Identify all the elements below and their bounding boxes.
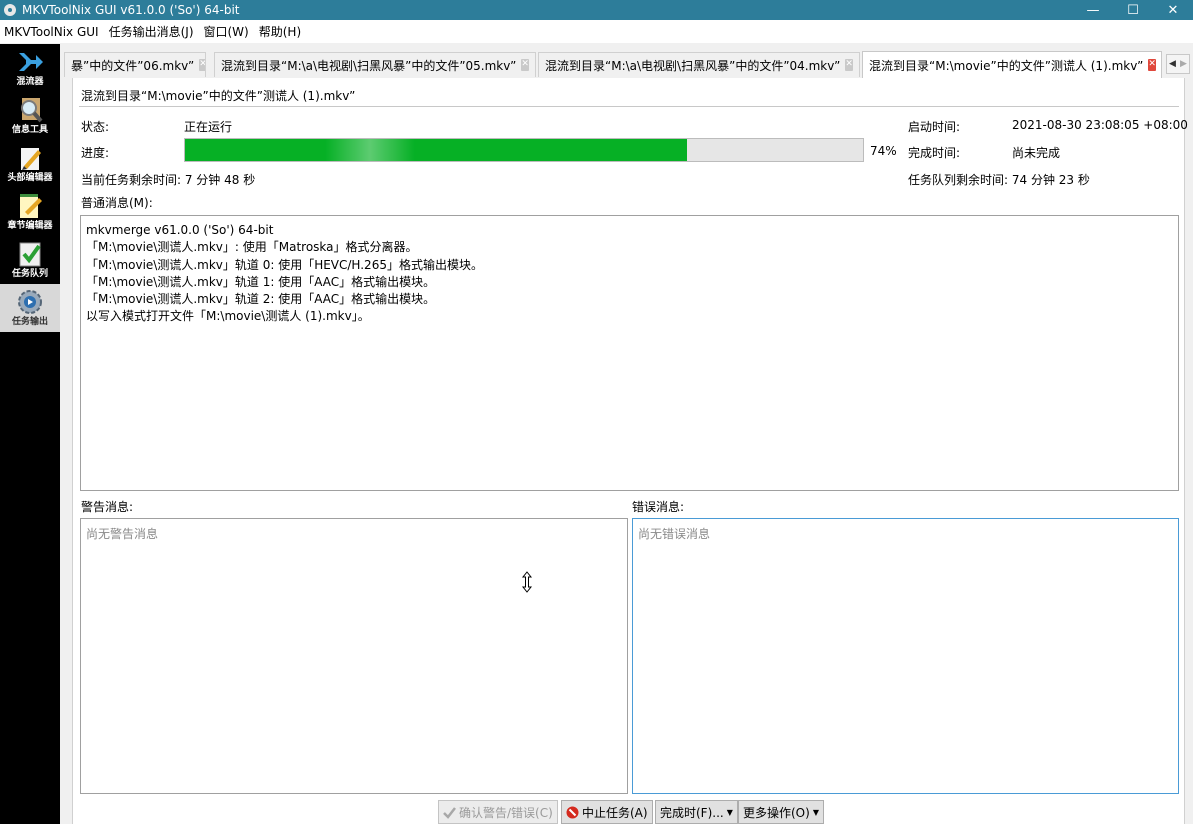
abort-job-button[interactable]: 中止任务(A) <box>561 800 653 824</box>
finish-time-label: 完成时间: <box>908 146 961 160</box>
sidebar-item-mixer[interactable]: 混流器 <box>0 44 60 92</box>
warnings-label: 警告消息: <box>81 500 134 514</box>
stop-icon <box>566 806 579 819</box>
magnifier-icon <box>15 96 45 124</box>
tab-job-current[interactable]: 混流到目录“M:\movie”中的文件”测谎人 (1).mkv” ✕ <box>862 51 1162 78</box>
acknowledge-label: 确认警告/错误(C) <box>459 805 553 820</box>
tab-job-06[interactable]: 暴”中的文件”06.mkv” ✕ <box>64 52 206 77</box>
errors-placeholder: 尚无错误消息 <box>638 527 711 541</box>
divider <box>79 106 1179 107</box>
chevron-down-icon: ▼ <box>812 807 819 817</box>
queue-remaining-time: 任务队列剩余时间: 74 分钟 23 秒 <box>908 173 1090 187</box>
close-icon[interactable]: ✕ <box>521 59 529 71</box>
title-bar: MKVToolNix GUI v61.0.0 ('So') 64-bit — ☐… <box>0 0 1193 20</box>
messages-label: 普通消息(M): <box>81 196 153 210</box>
close-icon[interactable]: ✕ <box>845 59 853 71</box>
close-icon[interactable]: ✕ <box>199 59 205 71</box>
sidebar-item-header-editor[interactable]: 头部编辑器 <box>0 140 60 188</box>
menu-help[interactable]: 帮助(H) <box>254 23 306 40</box>
more-actions-button[interactable]: 更多操作(O) ▼ <box>738 800 824 824</box>
message-line: 「M:\movie\测谎人.mkv」: 使用「Matroska」格式分离器。 <box>86 240 418 255</box>
progress-bar <box>184 138 864 162</box>
sidebar-item-label: 任务队列 <box>11 269 48 279</box>
sidebar-item-job-output[interactable]: 任务输出 <box>0 284 60 332</box>
checkmark-icon <box>443 806 456 819</box>
tab-scroll-right-icon[interactable]: ▶ <box>1178 55 1189 73</box>
resize-cursor-icon <box>521 571 533 593</box>
message-line: 以写入模式打开文件「M:\movie\测谎人 (1).mkv」。 <box>86 309 370 324</box>
sidebar-item-chapter-editor[interactable]: 章节编辑器 <box>0 188 60 236</box>
progress-label: 进度: <box>81 146 110 160</box>
abort-label: 中止任务(A) <box>582 805 648 820</box>
close-icon[interactable]: ✕ <box>1148 59 1156 71</box>
progress-percent: 74% <box>870 144 897 158</box>
tab-label: 混流到目录“M:\a\电视剧\扫黑风暴”中的文件”05.mkv” <box>221 58 517 73</box>
errors-box[interactable]: 尚无错误消息 <box>632 518 1179 794</box>
progress-fill <box>185 139 687 161</box>
message-line: 「M:\movie\测谎人.mkv」轨道 1: 使用「AAC」格式输出模块。 <box>86 274 436 289</box>
menu-bar: MKVToolNix GUI 任务输出消息(J) 窗口(W) 帮助(H) <box>0 20 1193 44</box>
sidebar-item-label: 信息工具 <box>11 125 48 135</box>
maximize-button[interactable]: ☐ <box>1113 0 1153 20</box>
more-actions-label: 更多操作(O) <box>743 805 810 820</box>
finish-time-value: 尚未完成 <box>1012 146 1061 160</box>
tab-job-04[interactable]: 混流到目录“M:\a\电视剧\扫黑风暴”中的文件”04.mkv” ✕ <box>538 52 860 77</box>
start-time-value: 2021-08-30 23:08:05 +08:00 <box>1012 118 1188 132</box>
arrow-right-icon <box>15 48 45 76</box>
gear-output-icon <box>15 288 45 316</box>
close-button[interactable]: ✕ <box>1153 0 1193 20</box>
errors-label: 错误消息: <box>632 500 685 514</box>
minimize-button[interactable]: — <box>1073 0 1113 20</box>
message-line: 「M:\movie\测谎人.mkv」轨道 0: 使用「HEVC/H.265」格式… <box>86 257 483 272</box>
tab-job-05[interactable]: 混流到目录“M:\a\电视剧\扫黑风暴”中的文件”05.mkv” ✕ <box>214 52 536 77</box>
warnings-box[interactable]: 尚无警告消息 <box>80 518 628 794</box>
messages-box[interactable]: mkvmerge v61.0.0 ('So') 64-bit 「M:\movie… <box>80 215 1179 491</box>
app-icon <box>4 4 16 16</box>
sidebar-item-label: 章节编辑器 <box>7 221 53 231</box>
sidebar-item-label: 混流器 <box>16 77 44 87</box>
chevron-down-icon: ▼ <box>726 807 733 817</box>
checklist-icon <box>15 240 45 268</box>
tab-scroll-buttons: ◀ ▶ <box>1166 54 1190 74</box>
menu-mkvtoolnix[interactable]: MKVToolNix GUI <box>0 25 104 39</box>
tab-label: 暴”中的文件”06.mkv” <box>71 58 195 73</box>
job-tabs: 暴”中的文件”06.mkv” ✕ 混流到目录“M:\a\电视剧\扫黑风暴”中的文… <box>64 51 1193 78</box>
acknowledge-warnings-button[interactable]: 确认警告/错误(C) <box>438 800 558 824</box>
warnings-placeholder: 尚无警告消息 <box>86 527 159 541</box>
sidebar-item-info-tool[interactable]: 信息工具 <box>0 92 60 140</box>
status-label: 状态: <box>81 120 110 134</box>
job-title: 混流到目录“M:\movie”中的文件”测谎人 (1).mkv” <box>81 89 356 103</box>
window-title: MKVToolNix GUI v61.0.0 ('So') 64-bit <box>22 3 240 17</box>
tab-label: 混流到目录“M:\movie”中的文件”测谎人 (1).mkv” <box>869 58 1144 73</box>
tab-scroll-left-icon[interactable]: ◀ <box>1167 55 1178 73</box>
message-line: mkvmerge v61.0.0 ('So') 64-bit <box>86 223 274 237</box>
pencil-icon <box>15 144 45 172</box>
when-done-button[interactable]: 完成时(F)... ▼ <box>655 800 738 824</box>
when-done-label: 完成时(F)... <box>660 805 724 820</box>
sidebar-item-label: 头部编辑器 <box>7 173 53 183</box>
sidebar-item-label: 任务输出 <box>11 317 48 327</box>
tab-label: 混流到目录“M:\a\电视剧\扫黑风暴”中的文件”04.mkv” <box>545 58 841 73</box>
sidebar: 混流器 信息工具 头部编辑器 章节编辑器 任务队列 任务输出 <box>0 44 60 824</box>
start-time-label: 启动时间: <box>908 120 961 134</box>
status-value: 正在运行 <box>184 120 233 134</box>
message-line: 「M:\movie\测谎人.mkv」轨道 2: 使用「AAC」格式输出模块。 <box>86 292 436 307</box>
job-output-panel: 混流到目录“M:\movie”中的文件”测谎人 (1).mkv” 状态: 正在运… <box>72 78 1188 824</box>
sidebar-item-job-queue[interactable]: 任务队列 <box>0 236 60 284</box>
notepad-pencil-icon <box>15 192 45 220</box>
current-remaining-time: 当前任务剩余时间: 7 分钟 48 秒 <box>81 173 256 187</box>
menu-window[interactable]: 窗口(W) <box>199 23 254 40</box>
menu-job-output[interactable]: 任务输出消息(J) <box>104 23 199 40</box>
